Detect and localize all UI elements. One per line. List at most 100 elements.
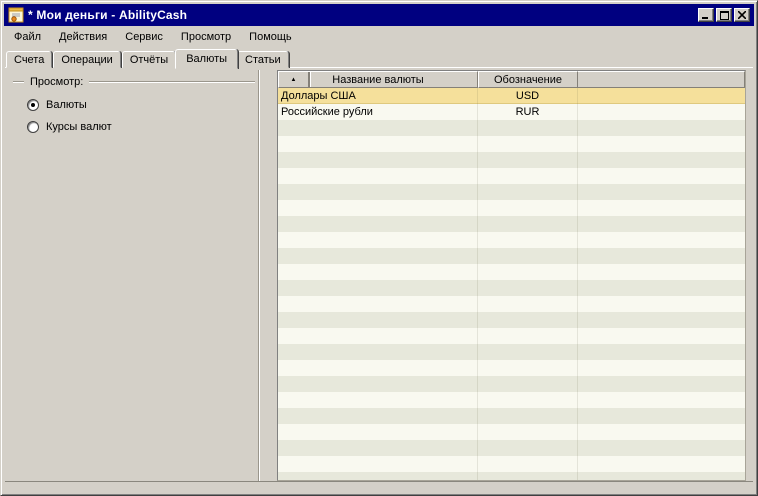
grid-cell — [578, 216, 745, 232]
grid-cell — [478, 440, 578, 456]
grid-empty-row — [278, 232, 745, 248]
grid-cell[interactable]: Российские рубли — [278, 104, 478, 120]
grid-cell — [578, 440, 745, 456]
grid-empty-row — [278, 392, 745, 408]
grid-cell — [278, 344, 478, 360]
radio-option-0[interactable]: Валюты — [27, 98, 257, 111]
grid-cell — [578, 408, 745, 424]
title-bar[interactable]: * Мои деньги - AbilityCash — [4, 4, 754, 26]
grid-cell — [278, 296, 478, 312]
grid-empty-row — [278, 184, 745, 200]
grid-cell[interactable]: USD — [478, 88, 578, 104]
grid-cell[interactable]: Доллары США — [278, 88, 478, 104]
close-button[interactable] — [734, 8, 750, 22]
tab-4[interactable]: Статьи — [237, 51, 289, 68]
menu-item-3[interactable]: Просмотр — [172, 28, 240, 46]
grid-cell — [278, 328, 478, 344]
radio-unselected-icon[interactable] — [27, 120, 39, 133]
grid-cell — [578, 328, 745, 344]
tab-0[interactable]: Счета — [6, 51, 53, 68]
grid-empty-row — [278, 280, 745, 296]
grid-cell — [578, 248, 745, 264]
app-window: * Мои деньги - AbilityCash Файл Действия С… — [0, 0, 758, 496]
grid-cell — [478, 136, 578, 152]
grid-cell — [278, 200, 478, 216]
maximize-icon — [719, 10, 729, 20]
view-group-title: Просмотр: — [30, 75, 84, 88]
grid-empty-row — [278, 328, 745, 344]
grid-cell — [278, 248, 478, 264]
grid-cell — [578, 312, 745, 328]
grid-empty-row — [278, 120, 745, 136]
column-header-currency-code[interactable]: Обозначение — [478, 71, 578, 88]
menu-item-1[interactable]: Действия — [50, 28, 116, 46]
grid-cell — [478, 360, 578, 376]
grid-cell — [278, 168, 478, 184]
grid-empty-row — [278, 136, 745, 152]
grid-empty-row — [278, 344, 745, 360]
grid-cell — [278, 280, 478, 296]
grid-cell — [478, 168, 578, 184]
grid-empty-row — [278, 264, 745, 280]
grid-cell[interactable]: RUR — [478, 104, 578, 120]
grid-cell — [578, 200, 745, 216]
grid-row-1[interactable]: Российские рубли RUR — [278, 104, 745, 120]
grid-empty-row — [278, 376, 745, 392]
menu-item-4[interactable]: Помощь — [240, 28, 301, 46]
radio-selected-icon[interactable] — [27, 98, 39, 111]
grid-empty-row — [278, 472, 745, 480]
view-group-header: Просмотр: — [13, 75, 255, 88]
grid-cell — [478, 200, 578, 216]
menu-item-2[interactable]: Сервис — [116, 28, 172, 46]
grid-cell[interactable] — [578, 104, 745, 120]
minimize-icon — [702, 17, 708, 19]
grid-cell — [478, 472, 578, 480]
grid-cell — [478, 152, 578, 168]
grid-cell — [278, 424, 478, 440]
grid-cell — [278, 312, 478, 328]
grid-cell — [578, 184, 745, 200]
grid-cell — [578, 280, 745, 296]
grid-cell — [578, 392, 745, 408]
grid-cell[interactable] — [578, 88, 745, 104]
menu-item-0[interactable]: Файл — [5, 28, 50, 46]
grid-cell — [278, 232, 478, 248]
grid-cell — [478, 248, 578, 264]
column-header-label: Название валюты — [332, 73, 424, 86]
grid-cell — [478, 344, 578, 360]
grid-empty-row — [278, 456, 745, 472]
grid-body: Доллары США USD Российские рубли RUR — [278, 88, 745, 480]
maximize-button[interactable] — [716, 8, 732, 22]
grid-cell — [478, 424, 578, 440]
tab-2[interactable]: Отчёты — [121, 51, 177, 68]
grid-empty-row — [278, 168, 745, 184]
column-header-currency-name[interactable]: ▲ Название валюты — [278, 71, 478, 88]
view-panel: Просмотр: Валюты Курсы валют — [5, 68, 257, 481]
radio-option-1[interactable]: Курсы валют — [27, 120, 257, 133]
grid-cell — [278, 216, 478, 232]
grid-cell — [578, 360, 745, 376]
grid-row-0[interactable]: Доллары США USD — [278, 88, 745, 104]
grid-empty-row — [278, 408, 745, 424]
tab-1[interactable]: Операции — [53, 51, 121, 68]
grid-cell — [478, 184, 578, 200]
grid-cell — [478, 120, 578, 136]
grid-cell — [278, 408, 478, 424]
tab-3[interactable]: Валюты — [175, 49, 239, 69]
grid-empty-row — [278, 312, 745, 328]
minimize-button[interactable] — [698, 8, 714, 22]
app-icon — [8, 7, 24, 23]
grid-cell — [578, 152, 745, 168]
client-area: Просмотр: Валюты Курсы валют ▲ Название в… — [5, 67, 753, 482]
grid-header: ▲ Название валюты Обозначение — [278, 71, 745, 88]
sort-ascending-icon[interactable]: ▲ — [279, 72, 310, 87]
grid-empty-row — [278, 424, 745, 440]
grid-cell — [478, 312, 578, 328]
group-dash — [13, 80, 24, 83]
grid-empty-row — [278, 360, 745, 376]
window-controls — [698, 8, 750, 22]
grid-cell — [578, 232, 745, 248]
grid-cell — [578, 296, 745, 312]
grid-cell — [278, 120, 478, 136]
group-line — [89, 80, 255, 83]
